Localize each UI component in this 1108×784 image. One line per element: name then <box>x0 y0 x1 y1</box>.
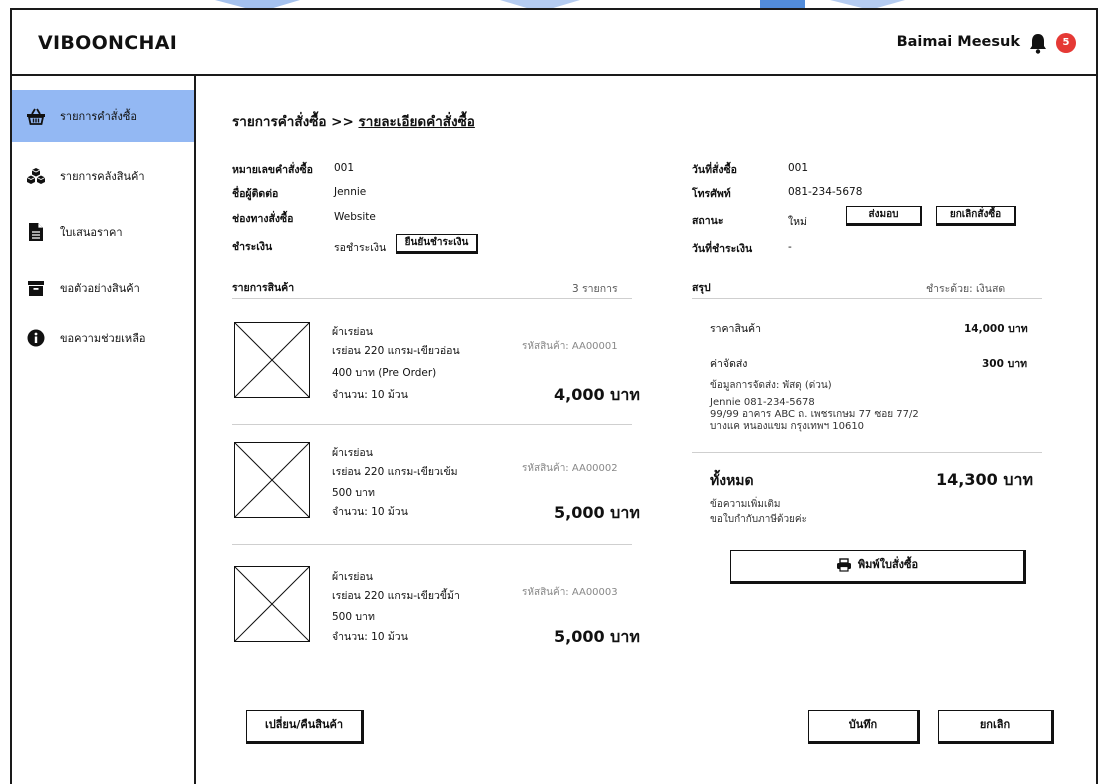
user-name[interactable]: Baimai Meesuk <box>897 34 1020 50</box>
status-label: สถานะ <box>692 215 724 227</box>
grand-total-value: 14,300 บาท <box>936 470 1033 489</box>
product-code: รหัสสินค้า: AA00003 <box>522 587 618 598</box>
grand-total-label: ทั้งหมด <box>710 473 754 489</box>
brand-logo: VIBOONCHAI <box>38 32 178 54</box>
order-number-label: หมายเลขคำสั่งซื้อ <box>232 164 313 176</box>
sidebar-item-label: ขอความช่วยเหลือ <box>60 332 146 345</box>
cancel-order-button[interactable]: ยกเลิกสั่งซื้อ <box>936 206 1016 226</box>
product-image-placeholder <box>234 322 310 398</box>
product-name: ผ้าเรย่อน <box>332 447 373 459</box>
phone-value: 081-234-5678 <box>788 186 863 198</box>
subtotal-label: ราคาสินค้า <box>710 323 761 335</box>
info-icon <box>26 328 46 348</box>
print-order-label: พิมพ์ใบสั่งซื้อ <box>857 558 919 571</box>
product-total: 5,000 บาท <box>554 627 640 646</box>
shipping-address-line-2: บางแค หนองแขม กรุงเทพฯ 10610 <box>710 421 865 432</box>
app-window: VIBOONCHAI Baimai Meesuk 5 รายการคำสั่งซ… <box>10 8 1098 784</box>
bell-icon[interactable] <box>1028 32 1048 54</box>
sidebar-item-label: รายการคลังสินค้า <box>60 170 145 183</box>
top-bar: VIBOONCHAI Baimai Meesuk 5 <box>12 10 1096 76</box>
product-code: รหัสสินค้า: AA00002 <box>522 463 618 474</box>
boxes-icon <box>26 166 46 186</box>
sidebar-item-label: ขอตัวอย่างสินค้า <box>60 282 140 295</box>
payment-label: ชำระเงิน <box>232 241 273 253</box>
product-total: 4,000 บาท <box>554 385 640 404</box>
breadcrumb-parent[interactable]: รายการคำสั่งซื้อ <box>232 114 326 130</box>
notification-badge[interactable]: 5 <box>1056 33 1076 53</box>
shipping-address-line-1: 99/99 อาคาร ABC ถ. เพชรเกษม 77 ซอย 77/2 <box>710 409 919 420</box>
sidebar: รายการคำสั่งซื้อ รายการคลังสินค้า ใบเสนอ… <box>12 76 196 784</box>
sidebar-item-orders[interactable]: รายการคำสั่งซื้อ <box>12 90 194 142</box>
divider <box>692 452 1042 453</box>
document-icon <box>26 222 46 242</box>
order-detail-panel: รายการคำสั่งซื้อ >> รายละเอียดคำสั่งซื้อ… <box>198 76 1096 784</box>
sidebar-item-quotation[interactable]: ใบเสนอราคา <box>12 206 194 258</box>
sidebar-item-inventory[interactable]: รายการคลังสินค้า <box>12 150 194 202</box>
subtotal-value: 14,000 บาท <box>964 323 1028 335</box>
product-image-placeholder <box>234 566 310 642</box>
order-date-value: 001 <box>788 162 809 174</box>
breadcrumb-separator: >> <box>331 114 354 130</box>
product-spec: เรย่อน 220 แกรม-เขียวเข้ม <box>332 466 458 478</box>
paid-date-value: - <box>788 241 792 253</box>
printer-icon <box>836 558 851 572</box>
sidebar-item-help[interactable]: ขอความช่วยเหลือ <box>12 312 194 364</box>
sidebar-item-sample-request[interactable]: ขอตัวอย่างสินค้า <box>12 262 194 314</box>
order-number-value: 001 <box>334 162 355 174</box>
shipping-info-title: ข้อมูลการจัดส่ง: พัสดุ (ด่วน) <box>710 380 832 391</box>
divider <box>232 424 632 425</box>
channel-value: Website <box>334 211 376 223</box>
divider <box>232 544 632 545</box>
paid-date-label: วันที่ชำระเงิน <box>692 243 753 255</box>
save-button[interactable]: บันทึก <box>808 710 920 744</box>
breadcrumb-current[interactable]: รายละเอียดคำสั่งซื้อ <box>359 114 475 130</box>
sidebar-item-label: ใบเสนอราคา <box>60 226 123 239</box>
product-quantity: จำนวน: 10 ม้วน <box>332 631 408 643</box>
product-spec: เรย่อน 220 แกรม-เขียวขี้ม้า <box>332 590 460 602</box>
product-total: 5,000 บาท <box>554 503 640 522</box>
products-count: 3 รายการ <box>572 283 618 295</box>
product-name: ผ้าเรย่อน <box>332 326 373 338</box>
note-label: ข้อความเพิ่มเติม <box>710 499 781 510</box>
archive-box-icon <box>26 278 46 298</box>
payment-status: รอชำระเงิน <box>334 242 387 254</box>
products-title: รายการสินค้า <box>232 282 295 294</box>
product-image-placeholder <box>234 442 310 518</box>
summary-title: สรุป <box>692 282 711 294</box>
exchange-return-button[interactable]: เปลี่ยน/คืนสินค้า <box>246 710 364 744</box>
divider <box>692 298 1042 299</box>
basket-icon <box>26 106 46 126</box>
sidebar-item-label: รายการคำสั่งซื้อ <box>60 110 137 123</box>
product-quantity: จำนวน: 10 ม้วน <box>332 389 408 401</box>
shipping-label: ค่าจัดส่ง <box>710 358 748 370</box>
order-date-label: วันที่สั่งซื้อ <box>692 164 737 176</box>
product-price: 400 บาท (Pre Order) <box>332 367 437 379</box>
product-code: รหัสสินค้า: AA00001 <box>522 341 618 352</box>
confirm-payment-button[interactable]: ยืนยันชำระเงิน <box>396 234 478 254</box>
status-value: ใหม่ <box>788 216 807 228</box>
shipping-value: 300 บาท <box>982 358 1028 370</box>
note-text: ขอใบกำกับภาษีด้วยค่ะ <box>710 514 807 525</box>
product-price: 500 บาท <box>332 611 375 623</box>
deliver-button[interactable]: ส่งมอบ <box>846 206 922 226</box>
phone-label: โทรศัพท์ <box>692 188 731 200</box>
divider <box>232 298 632 299</box>
breadcrumb: รายการคำสั่งซื้อ >> รายละเอียดคำสั่งซื้อ <box>232 110 475 132</box>
cancel-button[interactable]: ยกเลิก <box>938 710 1054 744</box>
product-price: 500 บาท <box>332 487 375 499</box>
product-spec: เรย่อน 220 แกรม-เขียวอ่อน <box>332 345 460 357</box>
payment-method: ชำระด้วย: เงินสด <box>926 283 1006 295</box>
print-order-button[interactable]: พิมพ์ใบสั่งซื้อ <box>730 550 1026 584</box>
shipping-contact: Jennie 081-234-5678 <box>710 397 815 408</box>
contact-value: Jennie <box>334 186 367 198</box>
product-name: ผ้าเรย่อน <box>332 571 373 583</box>
contact-label: ชื่อผู้ติดต่อ <box>232 188 279 200</box>
channel-label: ช่องทางสั่งซื้อ <box>232 213 294 225</box>
product-quantity: จำนวน: 10 ม้วน <box>332 506 408 518</box>
